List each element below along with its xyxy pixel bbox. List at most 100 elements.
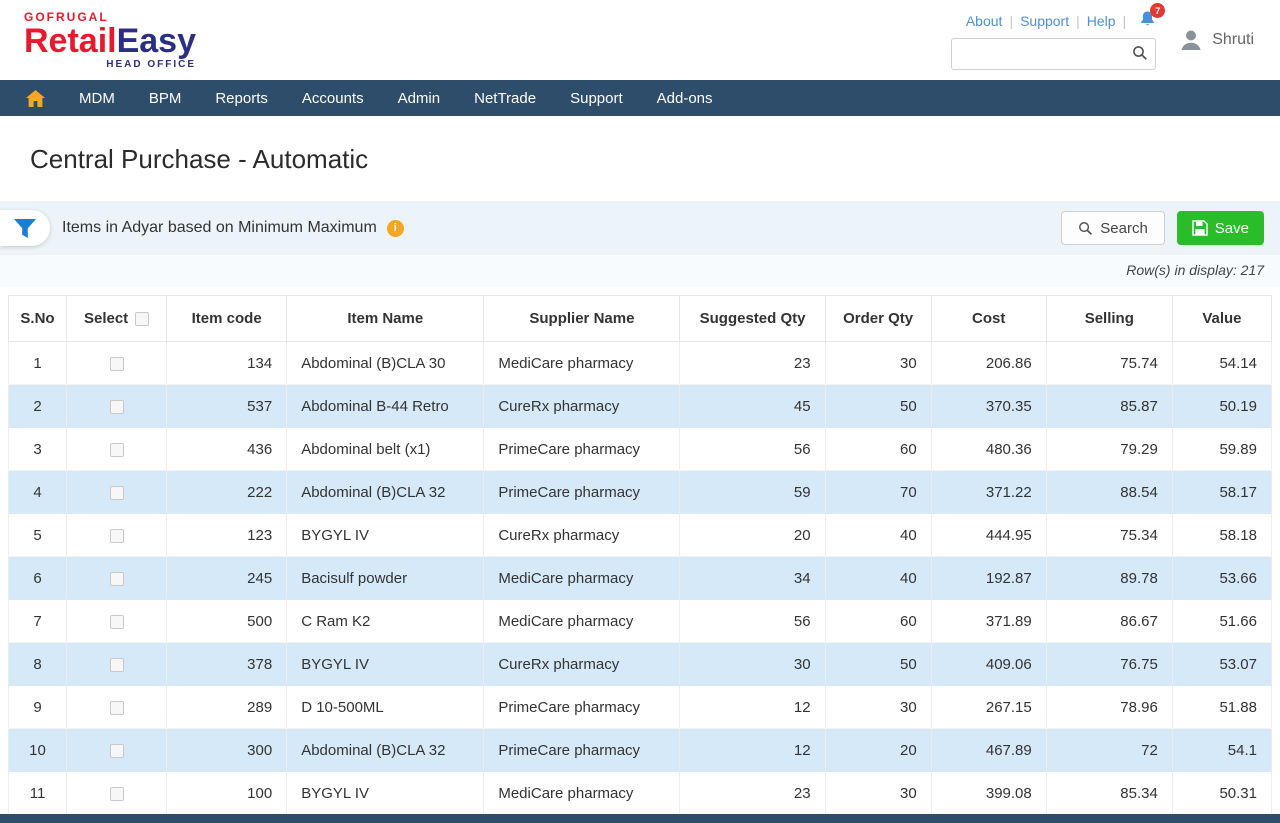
cell-supplier-name: PrimeCare pharmacy [484, 686, 680, 729]
table-row: 11100BYGYL IVMediCare pharmacy2330399.08… [9, 772, 1272, 815]
cell-cost: 409.06 [931, 643, 1046, 686]
col-value: Value [1172, 296, 1271, 342]
row-select-checkbox[interactable] [110, 529, 124, 543]
cell-item-code: 100 [167, 772, 287, 815]
about-link[interactable]: About [966, 13, 1003, 29]
link-separator: | [1123, 13, 1127, 29]
cell-select [67, 385, 167, 428]
user-menu[interactable]: Shruti [1178, 27, 1254, 53]
cell-value: 54.14 [1172, 342, 1271, 385]
user-name: Shruti [1212, 31, 1254, 49]
row-select-checkbox[interactable] [110, 701, 124, 715]
cell-value: 53.66 [1172, 557, 1271, 600]
cell-cost: 192.87 [931, 557, 1046, 600]
notifications-button[interactable]: 7 [1139, 10, 1156, 31]
row-select-checkbox[interactable] [110, 572, 124, 586]
cell-supplier-name: PrimeCare pharmacy [484, 428, 680, 471]
cell-order-qty: 50 [825, 385, 931, 428]
nav-item-admin[interactable]: Admin [398, 90, 441, 107]
support-link[interactable]: Support [1020, 13, 1069, 29]
row-select-checkbox[interactable] [110, 744, 124, 758]
search-icon[interactable] [1132, 45, 1148, 66]
cell-item-name: Bacisulf powder [287, 557, 484, 600]
row-select-checkbox[interactable] [110, 486, 124, 500]
cell-sno: 7 [9, 600, 67, 643]
row-select-checkbox[interactable] [110, 615, 124, 629]
col-item-name: Item Name [287, 296, 484, 342]
cell-select [67, 772, 167, 815]
cell-value: 50.19 [1172, 385, 1271, 428]
save-button[interactable]: Save [1177, 211, 1264, 245]
brand-logo[interactable]: GOFRUGAL RetailEasy HEAD OFFICE [24, 11, 196, 70]
row-select-checkbox[interactable] [110, 658, 124, 672]
link-separator: | [1009, 13, 1013, 29]
cell-sno: 5 [9, 514, 67, 557]
cell-value: 59.89 [1172, 428, 1271, 471]
nav-item-accounts[interactable]: Accounts [302, 90, 364, 107]
save-button-label: Save [1215, 220, 1249, 237]
select-all-checkbox[interactable] [135, 312, 149, 326]
cell-sno: 6 [9, 557, 67, 600]
cell-suggested-qty: 56 [680, 428, 825, 471]
row-select-checkbox[interactable] [110, 400, 124, 414]
user-avatar-icon [1178, 27, 1204, 53]
cell-order-qty: 30 [825, 772, 931, 815]
nav-item-reports[interactable]: Reports [215, 90, 268, 107]
cell-cost: 206.86 [931, 342, 1046, 385]
cell-item-code: 222 [167, 471, 287, 514]
cell-selling: 85.34 [1046, 772, 1172, 815]
row-select-checkbox[interactable] [110, 357, 124, 371]
cell-item-name: Abdominal (B)CLA 30 [287, 342, 484, 385]
help-link[interactable]: Help [1087, 13, 1116, 29]
cell-supplier-name: MediCare pharmacy [484, 557, 680, 600]
cell-item-code: 289 [167, 686, 287, 729]
home-icon[interactable] [26, 90, 45, 107]
cell-suggested-qty: 20 [680, 514, 825, 557]
search-button[interactable]: Search [1061, 211, 1165, 245]
table-row: 8378BYGYL IVCureRx pharmacy3050409.0676.… [9, 643, 1272, 686]
table-row: 3436Abdominal belt (x1)PrimeCare pharmac… [9, 428, 1272, 471]
cell-value: 51.88 [1172, 686, 1271, 729]
cell-suggested-qty: 12 [680, 686, 825, 729]
nav-item-mdm[interactable]: MDM [79, 90, 115, 107]
cell-sno: 4 [9, 471, 67, 514]
filter-button[interactable] [0, 210, 50, 246]
cell-supplier-name: CureRx pharmacy [484, 514, 680, 557]
cell-suggested-qty: 12 [680, 729, 825, 772]
purchase-table: S.No Select Item code Item Name Supplier… [8, 295, 1272, 815]
row-select-checkbox[interactable] [110, 443, 124, 457]
col-selling: Selling [1046, 296, 1172, 342]
cell-selling: 89.78 [1046, 557, 1172, 600]
cell-selling: 86.67 [1046, 600, 1172, 643]
col-supplier-name: Supplier Name [484, 296, 680, 342]
cell-selling: 75.34 [1046, 514, 1172, 557]
cell-order-qty: 70 [825, 471, 931, 514]
col-sno: S.No [9, 296, 67, 342]
header-right: About | Support | Help | 7 [951, 10, 1254, 70]
header-search-input[interactable] [951, 38, 1156, 70]
info-icon[interactable]: i [387, 220, 404, 237]
table-row: 5123BYGYL IVCureRx pharmacy2040444.9575.… [9, 514, 1272, 557]
cell-item-name: D 10-500ML [287, 686, 484, 729]
cell-item-name: C Ram K2 [287, 600, 484, 643]
header-links-search: About | Support | Help | 7 [951, 10, 1156, 70]
cell-sno: 9 [9, 686, 67, 729]
table-row: 2537Abdominal B-44 RetroCureRx pharmacy4… [9, 385, 1272, 428]
cell-supplier-name: CureRx pharmacy [484, 643, 680, 686]
cell-selling: 88.54 [1046, 471, 1172, 514]
row-select-checkbox[interactable] [110, 787, 124, 801]
cell-item-code: 123 [167, 514, 287, 557]
cell-select [67, 557, 167, 600]
cell-item-name: Abdominal (B)CLA 32 [287, 729, 484, 772]
nav-item-addons[interactable]: Add-ons [657, 90, 713, 107]
search-button-label: Search [1100, 220, 1148, 237]
nav-item-support[interactable]: Support [570, 90, 623, 107]
cell-value: 54.1 [1172, 729, 1271, 772]
link-separator: | [1076, 13, 1080, 29]
cell-select [67, 514, 167, 557]
nav-item-nettrade[interactable]: NetTrade [474, 90, 536, 107]
table-row: 4222Abdominal (B)CLA 32PrimeCare pharmac… [9, 471, 1272, 514]
cell-select [67, 729, 167, 772]
nav-item-bpm[interactable]: BPM [149, 90, 182, 107]
cell-sno: 8 [9, 643, 67, 686]
